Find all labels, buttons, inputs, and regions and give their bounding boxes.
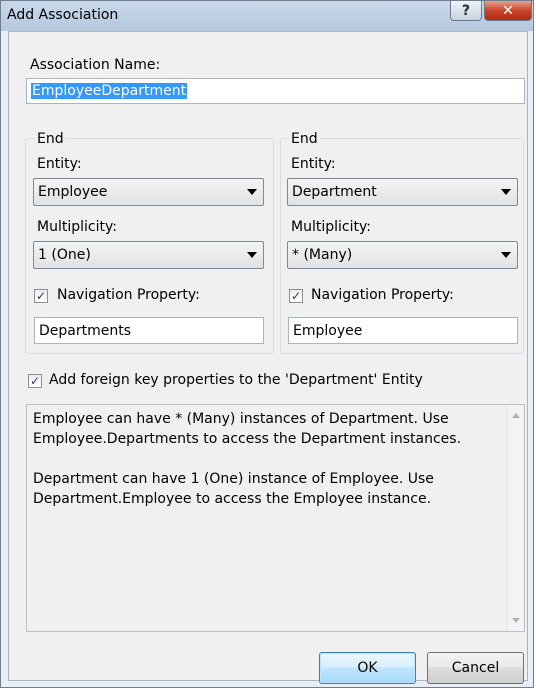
foreign-key-label: Add foreign key properties to the 'Depar…: [49, 372, 423, 388]
title-bar: Add Association ? ✕: [1, 1, 533, 31]
association-name-value: EmployeeDepartment: [31, 83, 188, 99]
chevron-down-icon: [247, 189, 257, 195]
end2-multiplicity-label: Multiplicity:: [291, 219, 371, 235]
description-scrollbar[interactable]: [507, 405, 524, 631]
description-paragraph-2: Department can have 1 (One) instance of …: [33, 471, 434, 507]
window-title: Add Association: [7, 7, 119, 23]
end2-group-label: End: [289, 131, 320, 147]
end1-navigation-value: Departments: [39, 322, 132, 339]
end2-navigation-checkbox[interactable]: ✓: [289, 289, 303, 303]
foreign-key-checkbox[interactable]: ✓: [28, 374, 42, 388]
end1-entity-label: Entity:: [37, 156, 82, 172]
cancel-button[interactable]: Cancel: [427, 652, 524, 684]
end2-entity-select[interactable]: Department: [287, 178, 518, 206]
end1-multiplicity-value: 1 (One): [38, 247, 91, 263]
end2-entity-label: Entity:: [291, 156, 336, 172]
description-paragraph-1: Employee can have * (Many) instances of …: [33, 411, 462, 447]
end1-multiplicity-select[interactable]: 1 (One): [33, 241, 264, 269]
end2-multiplicity-select[interactable]: * (Many): [287, 241, 518, 269]
close-button[interactable]: ✕: [484, 1, 532, 21]
end1-multiplicity-label: Multiplicity:: [37, 219, 117, 235]
end2-navigation-input[interactable]: Employee: [288, 317, 518, 344]
end1-navigation-input[interactable]: Departments: [34, 317, 264, 344]
association-name-input[interactable]: EmployeeDepartment: [26, 78, 525, 104]
scroll-down-icon[interactable]: [512, 618, 520, 623]
check-icon: ✓: [35, 289, 47, 303]
description-panel: Employee can have * (Many) instances of …: [26, 404, 525, 632]
end1-navigation-label: Navigation Property:: [57, 287, 200, 303]
check-icon: ✓: [29, 374, 41, 388]
check-icon: ✓: [290, 289, 302, 303]
ok-button[interactable]: OK: [319, 652, 416, 684]
close-icon: ✕: [502, 2, 514, 19]
end1-entity-value: Employee: [38, 184, 108, 200]
chevron-down-icon: [247, 252, 257, 258]
end1-group-label: End: [35, 131, 66, 147]
dialog-body: Association Name: EmployeeDepartment End…: [8, 31, 528, 684]
end2-multiplicity-value: * (Many): [292, 247, 353, 263]
scroll-up-icon[interactable]: [512, 413, 520, 418]
end2-entity-value: Department: [292, 184, 377, 200]
help-icon: ?: [461, 2, 471, 19]
add-association-dialog: Add Association ? ✕ Association Name: Em…: [0, 0, 534, 688]
end1-entity-select[interactable]: Employee: [33, 178, 264, 206]
end1-navigation-checkbox[interactable]: ✓: [34, 289, 48, 303]
chevron-down-icon: [501, 189, 511, 195]
chevron-down-icon: [501, 252, 511, 258]
end2-navigation-label: Navigation Property:: [311, 287, 454, 303]
help-button[interactable]: ?: [450, 1, 482, 21]
association-name-label: Association Name:: [30, 57, 161, 73]
end2-navigation-value: Employee: [293, 322, 363, 339]
